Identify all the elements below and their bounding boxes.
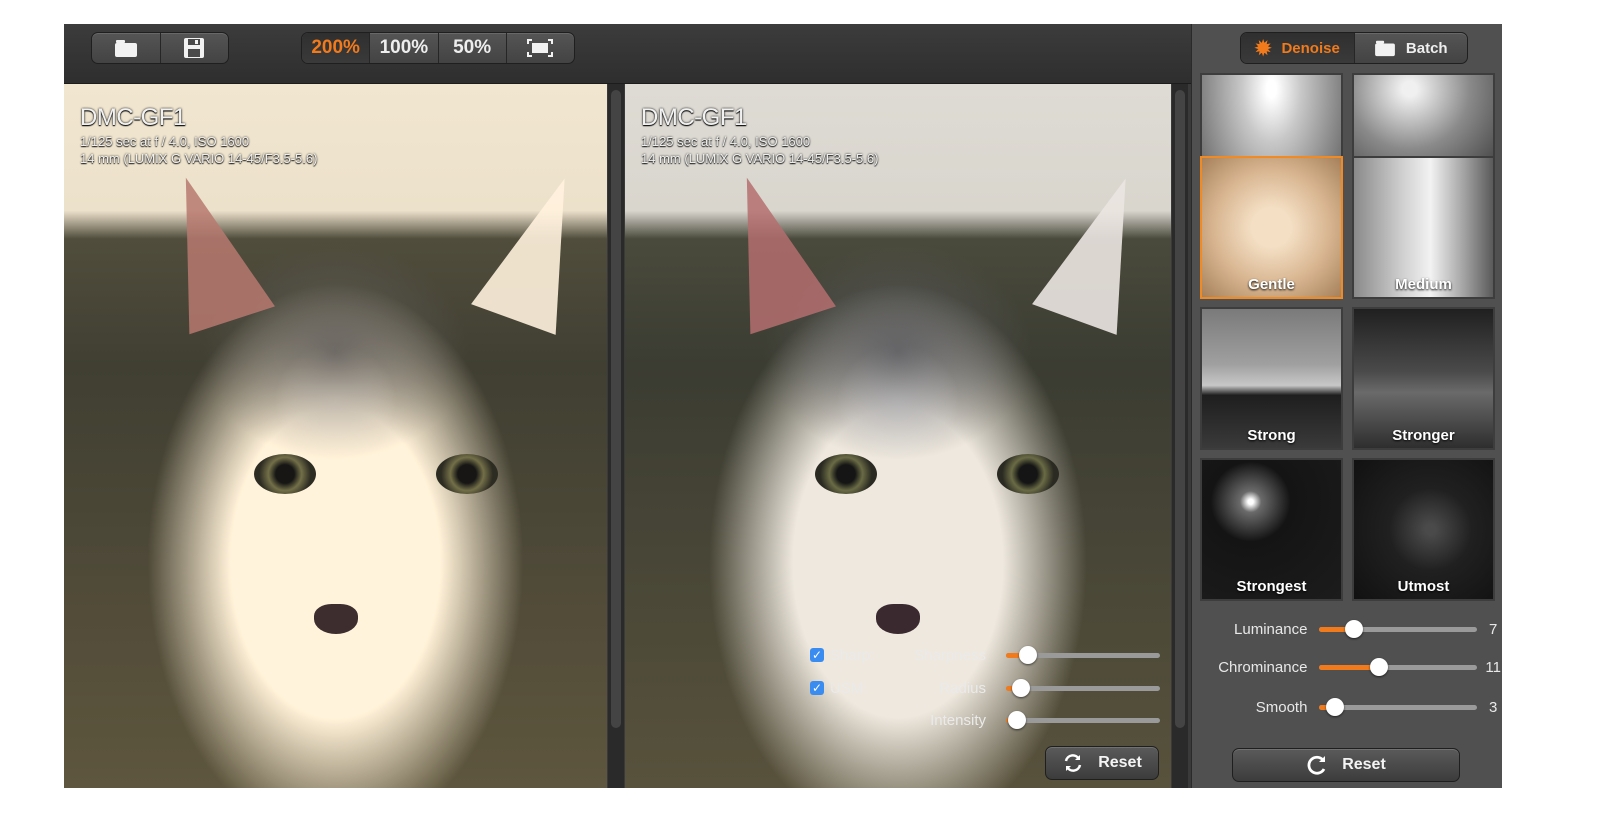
sharp-checkbox[interactable]: ✓ [810, 648, 824, 662]
cat-ear-right [471, 163, 607, 335]
cat-eye-left [254, 454, 316, 494]
luminance-slider[interactable] [1319, 618, 1478, 640]
scrollbar-thumb[interactable] [611, 90, 621, 728]
sharpness-label: Sharpness [914, 646, 986, 664]
fit-screen-button[interactable] [507, 33, 574, 63]
intensity-row: Intensity [810, 709, 1160, 731]
scrollbar-thumb[interactable] [1175, 90, 1185, 728]
preset-strong[interactable]: Strong [1200, 307, 1343, 450]
refresh-icon [1064, 754, 1082, 772]
preset-medium[interactable]: Medium [1352, 156, 1495, 299]
original-pane-scrollbar[interactable] [608, 84, 624, 788]
smooth-slider[interactable] [1319, 696, 1478, 718]
original-image-pane[interactable]: DMC-GF1 1/125 sec at f / 4.0, ISO 1600 1… [64, 84, 607, 788]
exif-overlay-original: DMC-GF1 1/125 sec at f / 4.0, ISO 1600 1… [80, 104, 317, 166]
exif-overlay-processed: DMC-GF1 1/125 sec at f / 4.0, ISO 1600 1… [641, 104, 878, 166]
preset-label: Medium [1395, 276, 1452, 293]
reset-label: Reset [1342, 756, 1386, 773]
smooth-value: 3 [1489, 698, 1498, 716]
file-button-group [91, 32, 229, 64]
radius-label: Radius [939, 679, 986, 697]
processed-pane-scrollbar[interactable] [1172, 84, 1188, 788]
lens-info: 14 mm (LUMIX G VARIO 14-45/F3.5-5.6) [80, 151, 318, 166]
radius-slider[interactable] [1006, 677, 1160, 699]
preset-label: Stronger [1392, 427, 1455, 444]
refresh-icon [1307, 755, 1326, 775]
usm-checkbox[interactable]: ✓ [810, 681, 824, 695]
sharpness-slider[interactable] [1006, 644, 1160, 666]
intensity-slider[interactable] [1006, 709, 1160, 731]
smooth-label: Smooth [1255, 698, 1308, 716]
zoom-button-group: 200% 100% 50% [301, 32, 575, 64]
luminance-row: Luminance 7 [1192, 618, 1502, 640]
usm-label: USM: [830, 679, 868, 697]
luminance-label: Luminance [1234, 620, 1308, 638]
cat-eye-left [815, 454, 877, 494]
folder-icon [114, 40, 137, 57]
reset-label: Reset [1098, 754, 1142, 771]
chrominance-value: 11 [1485, 658, 1501, 676]
cat-eye-right [436, 454, 498, 494]
chrominance-row: Chrominance 11 [1192, 656, 1502, 678]
lens-info: 14 mm (LUMIX G VARIO 14-45/F3.5-5.6) [641, 151, 879, 166]
slider-track [1006, 718, 1160, 723]
camera-model: DMC-GF1 [641, 104, 747, 131]
radius-row: ✓ USM: Radius [810, 677, 1160, 699]
luminance-value: 7 [1489, 620, 1498, 638]
preset-gentle[interactable]: Gentle [1200, 156, 1343, 299]
save-button[interactable] [161, 33, 229, 63]
cat-ear-left [704, 163, 836, 335]
tab-batch-label: Batch [1405, 39, 1448, 57]
exposure-info: 1/125 sec at f / 4.0, ISO 1600 [641, 134, 811, 149]
toolbar: 200% 100% 50% [64, 24, 1191, 84]
app-window: 200% 100% 50% DMC-GF1 1/125 sec at f / 4… [64, 24, 1502, 788]
chrominance-slider[interactable] [1319, 656, 1478, 678]
save-icon [184, 38, 205, 58]
cat-ear-left [143, 163, 275, 335]
fit-screen-icon [527, 39, 554, 57]
slider-knob[interactable] [1345, 620, 1364, 638]
slider-knob[interactable] [1370, 658, 1389, 676]
zoom-100-button[interactable]: 100% [370, 33, 439, 63]
chrominance-label: Chrominance [1218, 658, 1308, 676]
tab-denoise-label: Denoise [1281, 39, 1340, 57]
folder-icon [1375, 40, 1395, 57]
cat-nose [313, 604, 358, 634]
tab-denoise[interactable]: ✹ Denoise [1241, 33, 1355, 63]
slider-knob[interactable] [1018, 646, 1037, 664]
preset-label: Gentle [1248, 276, 1295, 293]
original-photo [64, 84, 607, 788]
open-button[interactable] [92, 33, 161, 63]
preset-strongest[interactable]: Strongest [1200, 458, 1343, 601]
tab-batch[interactable]: Batch [1355, 33, 1468, 63]
gear-icon: ✹ [1254, 37, 1272, 60]
denoise-sidebar: ✹ Denoise Batch Slight Light Gentle Medi… [1191, 24, 1502, 788]
preset-label: Utmost [1397, 578, 1450, 595]
slider-knob[interactable] [1326, 698, 1345, 716]
preset-utmost[interactable]: Utmost [1352, 458, 1495, 601]
preset-stronger[interactable]: Stronger [1352, 307, 1495, 450]
zoom-50-button[interactable]: 50% [439, 33, 507, 63]
preset-label: Strong [1247, 427, 1296, 444]
intensity-label: Intensity [930, 711, 986, 729]
slider-knob[interactable] [1012, 679, 1031, 697]
camera-model: DMC-GF1 [80, 104, 186, 131]
smooth-row: Smooth 3 [1192, 696, 1502, 718]
slider-knob[interactable] [1007, 711, 1026, 729]
exposure-info: 1/125 sec at f / 4.0, ISO 1600 [80, 134, 250, 149]
zoom-200-button[interactable]: 200% [302, 33, 371, 63]
sidebar-tabs: ✹ Denoise Batch [1240, 32, 1468, 64]
sharpen-reset-button[interactable]: Reset [1045, 746, 1159, 780]
sharpness-row: ✓ Sharp: Sharpness [810, 644, 1160, 666]
denoise-reset-button[interactable]: Reset [1232, 748, 1460, 782]
cat-eye-right [997, 454, 1059, 494]
cat-ear-right [1032, 163, 1168, 335]
processed-image-pane[interactable]: DMC-GF1 1/125 sec at f / 4.0, ISO 1600 1… [625, 84, 1171, 788]
preset-label: Strongest [1236, 578, 1307, 595]
cat-nose [876, 604, 920, 634]
sharp-label: Sharp: [830, 646, 875, 664]
